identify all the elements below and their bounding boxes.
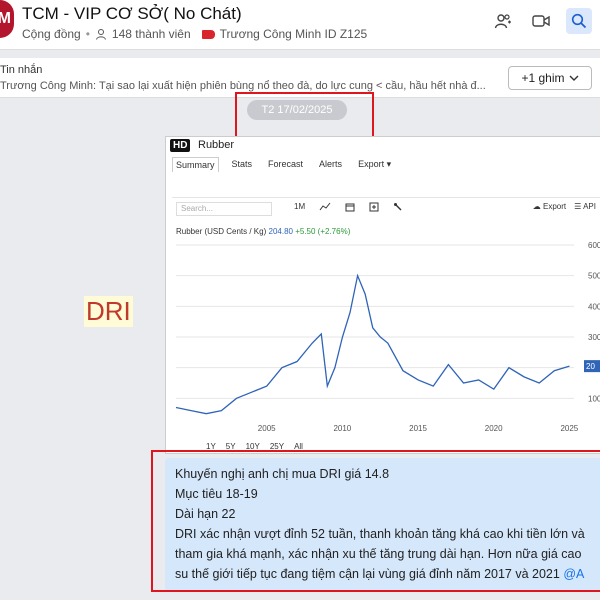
- plus-box-icon: [369, 202, 379, 212]
- tab-export: Export ▾: [358, 159, 392, 169]
- tab-forecast: Forecast: [268, 159, 304, 169]
- legend-series-name: Rubber (USD Cents / Kg): [176, 227, 267, 236]
- api-text: API: [583, 202, 596, 211]
- community-label: Cộng đồng: [22, 27, 81, 41]
- y-tick-label: 400: [588, 302, 600, 311]
- range-1m: 1M: [294, 202, 306, 211]
- legend-change: +5.50 (+2.76%): [295, 227, 351, 236]
- separator-dot: •: [85, 27, 90, 41]
- header-actions: [490, 8, 592, 34]
- shared-image[interactable]: HD Rubber Summary Stats Forecast Alerts …: [165, 136, 600, 454]
- x-tick-label: 2025: [560, 424, 578, 433]
- chart-tools-right: ☁ Export ☰ API: [533, 202, 596, 211]
- add-member-icon: [494, 14, 511, 29]
- export-label: ☁ Export: [532, 202, 567, 211]
- member-count[interactable]: 148 thành viên: [112, 27, 191, 41]
- group-title[interactable]: TCM - VIP CƠ SỞ( No Chát): [22, 4, 242, 24]
- legend-value: 204.80: [268, 227, 293, 236]
- image-title: Rubber: [198, 139, 235, 151]
- series-line: [175, 273, 570, 415]
- x-tick-label: 2005: [258, 424, 276, 433]
- more-pins-button[interactable]: +1 ghim: [508, 66, 592, 90]
- search-icon: [571, 13, 587, 29]
- calendar-icon: [345, 203, 355, 212]
- line-chart-icon: [319, 202, 331, 211]
- more-pins-label: +1 ghim: [521, 71, 565, 85]
- last-value-label: 20: [586, 362, 595, 371]
- tab-alerts: Alerts: [319, 159, 343, 169]
- group-avatar[interactable]: M: [0, 0, 14, 38]
- chart-toolbar: Search... 1M ☁ Export ☰ API: [172, 197, 600, 216]
- export-text: Export: [543, 202, 567, 211]
- wrench-icon: [394, 203, 402, 211]
- x-tick-label: 2015: [409, 424, 427, 433]
- avatar-letter: M: [0, 10, 11, 27]
- tab-stats: Stats: [231, 159, 253, 169]
- tag-icon: [201, 29, 215, 39]
- tab-summary: Summary: [172, 157, 219, 172]
- group-subtitle: Cộng đồng • 148 thành viên Trương Công M…: [22, 27, 367, 41]
- chat-header: M TCM - VIP CƠ SỞ( No Chát) Cộng đồng • …: [0, 0, 600, 50]
- pinned-text[interactable]: Trương Công Minh: Tại sao lại xuất hiện …: [0, 80, 500, 92]
- image-tabs: Summary Stats Forecast Alerts Export ▾: [172, 157, 394, 172]
- hd-badge: HD: [170, 139, 191, 152]
- rubber-price-chart: 1002003004005006002005201020152020202520: [175, 241, 600, 433]
- y-tick-label: 100: [588, 394, 600, 403]
- y-tick-label: 300: [588, 333, 600, 342]
- pinned-label: Tin nhắn: [0, 64, 43, 76]
- owner-tag[interactable]: Trương Công Minh ID Z125: [220, 27, 368, 41]
- video-camera-icon: [532, 15, 550, 27]
- x-tick-label: 2010: [333, 424, 351, 433]
- api-label: ☰ API: [574, 202, 596, 211]
- x-tick-label: 2020: [485, 424, 503, 433]
- add-member-button[interactable]: [490, 8, 516, 34]
- search-button[interactable]: [566, 8, 592, 34]
- member-icon: [95, 29, 106, 40]
- chart-tools: 1M: [294, 202, 403, 212]
- y-tick-label: 500: [588, 272, 600, 281]
- chart-search: Search...: [176, 202, 272, 216]
- ticker-label: DRI: [84, 296, 133, 327]
- video-call-button[interactable]: [528, 8, 554, 34]
- highlight-box-message: [151, 450, 600, 592]
- chart-legend: Rubber (USD Cents / Kg) 204.80 +5.50 (+2…: [176, 227, 350, 236]
- y-tick-label: 600: [588, 241, 600, 250]
- chevron-down-icon: [569, 75, 579, 81]
